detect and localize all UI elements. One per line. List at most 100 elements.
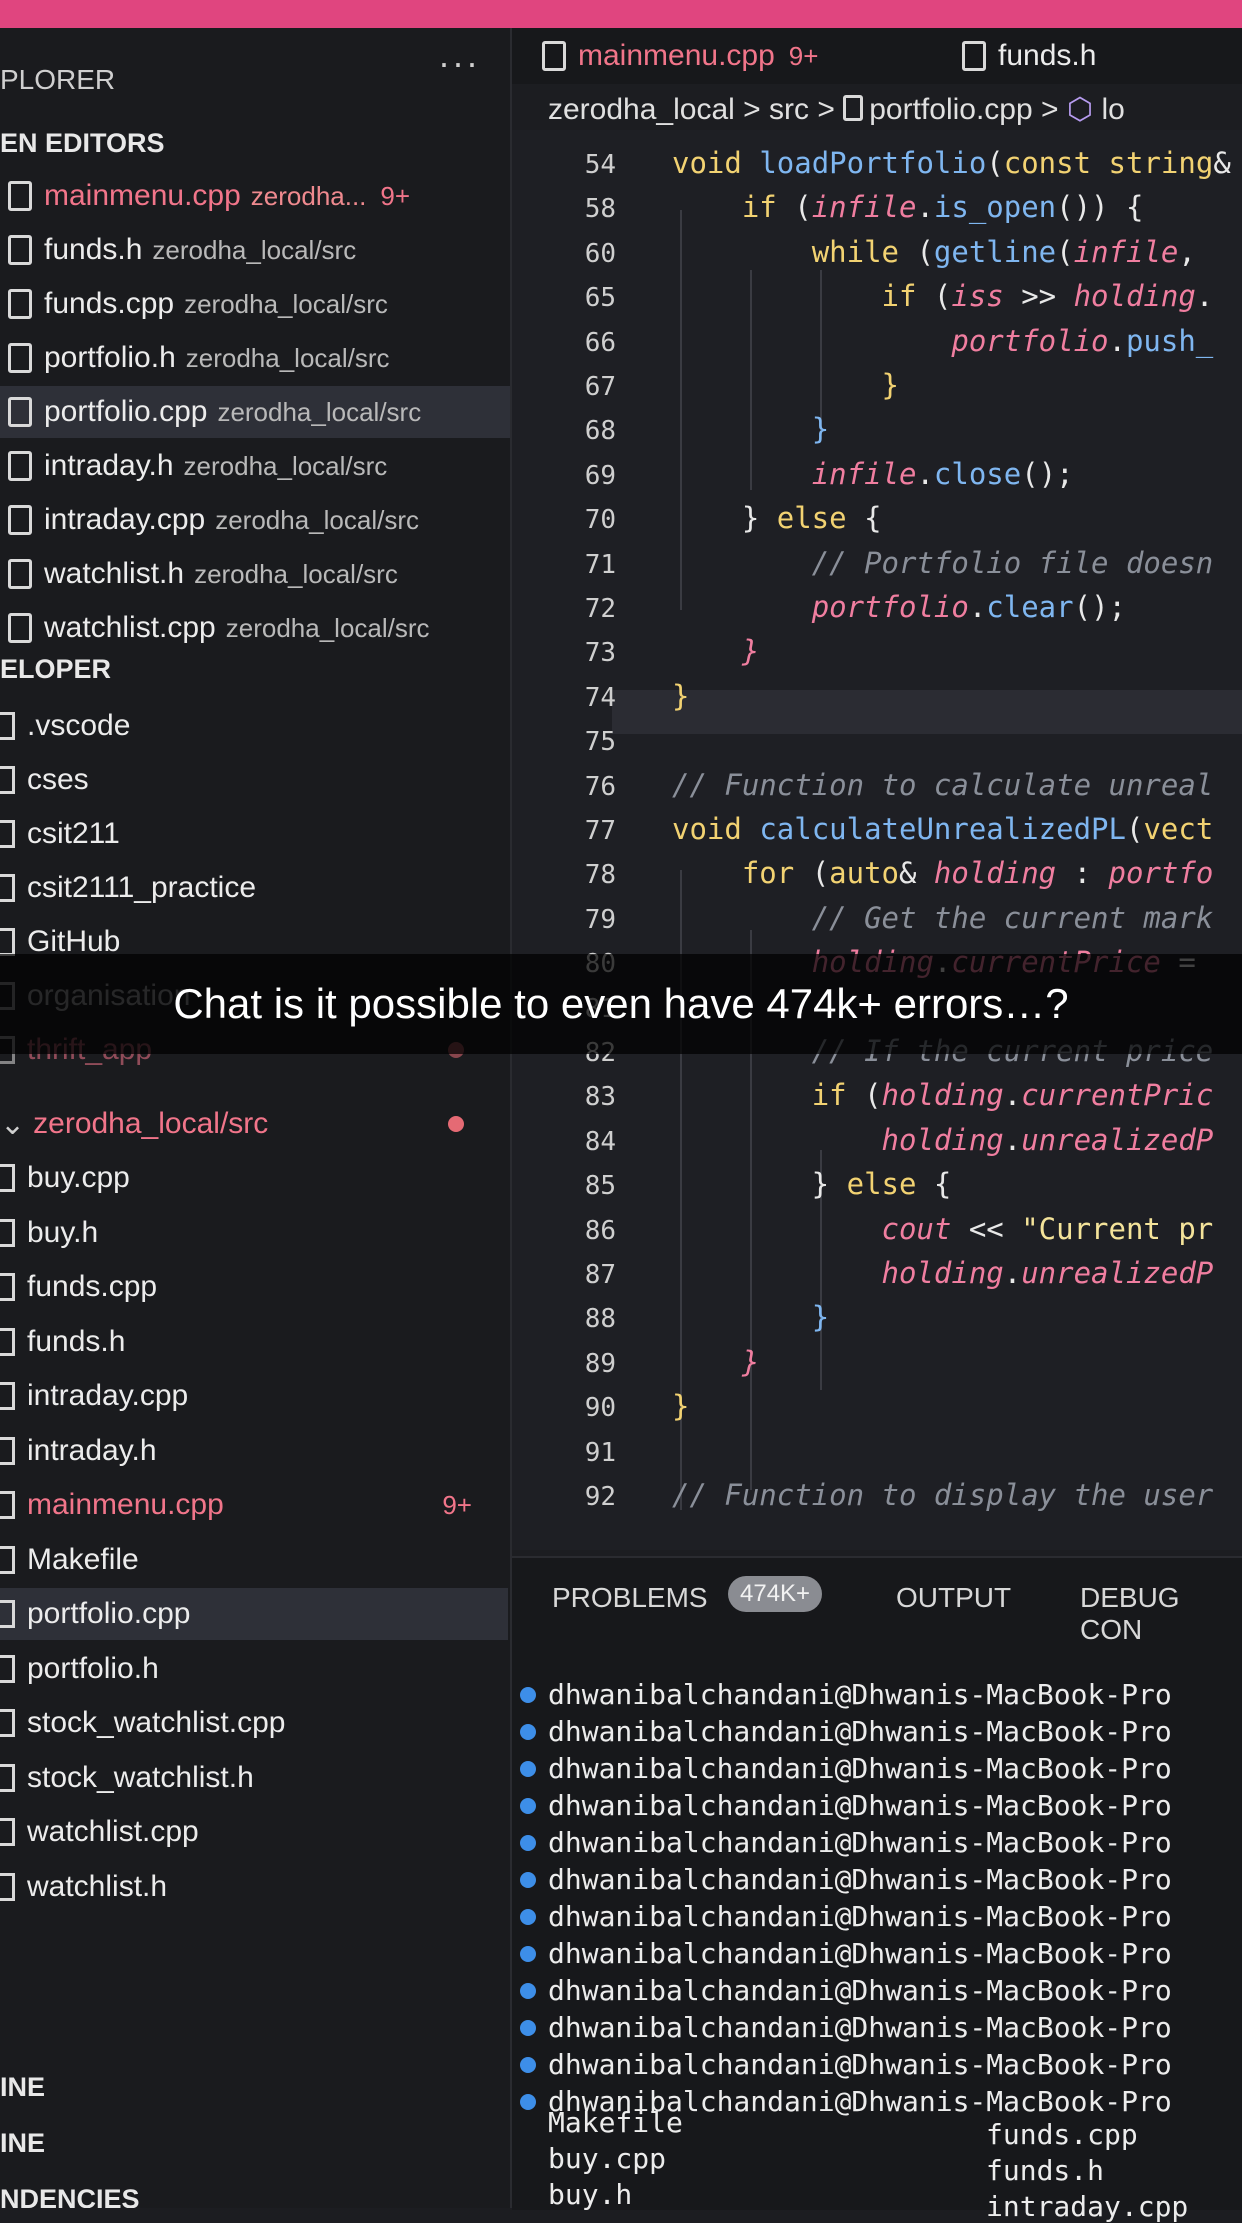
prompt-status-icon bbox=[520, 1908, 536, 1925]
file-icon bbox=[542, 41, 566, 71]
file-icon bbox=[0, 1872, 15, 1901]
line-number: 66 bbox=[584, 327, 616, 358]
folder-icon bbox=[0, 712, 15, 740]
terminal-ls-entry: buy.cpp bbox=[548, 2142, 667, 2175]
project-file-item[interactable]: watchlist.cpp bbox=[0, 1806, 508, 1858]
project-folder[interactable]: ⌄ zerodha_local/src bbox=[0, 1098, 508, 1150]
file-icon bbox=[8, 235, 32, 265]
project-file-item[interactable]: buy.cpp bbox=[0, 1152, 508, 1204]
line-number: 92 bbox=[584, 1482, 616, 1512]
open-editors-title[interactable]: EN EDITORS bbox=[0, 128, 165, 159]
open-editor-item[interactable]: portfolio.cpp zerodha_local/src bbox=[0, 386, 510, 438]
output-tab[interactable]: OUTPUT bbox=[896, 1582, 1011, 1614]
terminal-prompt-text: dhwanibalchandani@Dhwanis-MacBook-Pro bbox=[548, 1678, 1172, 1711]
prompt-status-icon bbox=[520, 1945, 536, 1962]
folder-item[interactable]: csit211 bbox=[0, 808, 508, 860]
folder-name: csit211 bbox=[27, 817, 120, 850]
terminal-prompt-text: dhwanibalchandani@Dhwanis-MacBook-Pro bbox=[548, 1826, 1172, 1859]
open-editor-item[interactable]: watchlist.cpp zerodha_local/src bbox=[0, 602, 510, 654]
modified-dot bbox=[448, 1116, 464, 1132]
more-actions-icon[interactable]: ··· bbox=[438, 42, 480, 84]
line-number: 87 bbox=[584, 1260, 616, 1290]
breadcrumb-src[interactable]: src bbox=[769, 93, 809, 126]
terminal-prompt-text: dhwanibalchandani@Dhwanis-MacBook-Pro bbox=[548, 1900, 1172, 1933]
folder-icon bbox=[0, 874, 15, 902]
symbol-icon: ⬡ bbox=[1066, 93, 1094, 126]
code-line: } bbox=[811, 412, 830, 447]
file-icon bbox=[0, 1763, 15, 1792]
project-file-item[interactable]: intraday.cpp bbox=[0, 1370, 508, 1422]
project-file-item[interactable]: mainmenu.cpp 9+ bbox=[0, 1479, 508, 1531]
collapsed-section-title[interactable]: INE bbox=[0, 2072, 45, 2103]
line-number: 69 bbox=[584, 460, 616, 491]
project-file-item[interactable]: watchlist.h bbox=[0, 1861, 508, 1913]
error-count-badge: 9+ bbox=[380, 180, 411, 211]
terminal-prompt-line: dhwanibalchandani@Dhwanis-MacBook-Pro bbox=[520, 1789, 1172, 1822]
line-number: 77 bbox=[584, 816, 616, 846]
project-file-item[interactable]: buy.h bbox=[0, 1207, 508, 1259]
code-line: } bbox=[672, 678, 690, 713]
tab-funds-h[interactable]: funds.h bbox=[962, 28, 1096, 84]
project-file-item[interactable]: funds.h bbox=[0, 1316, 508, 1368]
file-icon bbox=[0, 1327, 15, 1356]
code-line: holding.unrealizedP bbox=[881, 1122, 1214, 1157]
project-file-name: stock_watchlist.cpp bbox=[27, 1706, 286, 1739]
project-file-item[interactable]: intraday.h bbox=[0, 1425, 508, 1477]
collapsed-section-title[interactable]: NDENCIES bbox=[0, 2184, 140, 2208]
file-icon bbox=[843, 95, 864, 121]
breadcrumb-symbol[interactable]: lo bbox=[1101, 93, 1124, 126]
project-file-item[interactable]: stock_watchlist.h bbox=[0, 1752, 508, 1804]
terminal-prompt-line: dhwanibalchandani@Dhwanis-MacBook-Pro bbox=[520, 1900, 1172, 1933]
line-number: 74 bbox=[584, 682, 616, 713]
project-file-item[interactable]: stock_watchlist.cpp bbox=[0, 1697, 508, 1749]
line-number: 88 bbox=[584, 1304, 616, 1335]
tab-label: mainmenu.cpp bbox=[578, 39, 775, 72]
project-file-name: portfolio.h bbox=[27, 1651, 159, 1685]
explorer-sidebar: PLORER ··· EN EDITORS mainmenu.cpp zerodh… bbox=[0, 28, 512, 2208]
file-icon bbox=[8, 289, 32, 319]
open-editor-path: zerodha_local/src bbox=[185, 342, 390, 373]
open-editor-name: intraday.cpp bbox=[44, 503, 206, 536]
file-icon bbox=[0, 1218, 15, 1247]
line-number: 71 bbox=[584, 549, 616, 580]
folder-item[interactable]: cses bbox=[0, 754, 508, 806]
file-icon bbox=[8, 559, 32, 589]
snap-caption: Chat is it possible to even have 474k+ e… bbox=[0, 954, 1242, 1054]
line-number: 85 bbox=[584, 1171, 616, 1202]
prompt-status-icon bbox=[520, 2056, 536, 2073]
project-file-name: intraday.h bbox=[27, 1433, 157, 1467]
open-editor-item[interactable]: funds.h zerodha_local/src bbox=[0, 224, 510, 276]
open-editor-item[interactable]: watchlist.h zerodha_local/src bbox=[0, 548, 510, 600]
code-editor[interactable]: 54 void loadPortfolio(const string& 58 if … bbox=[512, 130, 1242, 1550]
open-editor-item[interactable]: intraday.h zerodha_local/src bbox=[0, 440, 510, 492]
terminal-ls-entry: Makefile bbox=[548, 2106, 683, 2139]
project-folder-name: zerodha_local/src bbox=[33, 1107, 269, 1140]
project-file-item[interactable]: portfolio.h bbox=[0, 1643, 508, 1695]
project-file-item[interactable]: Makefile bbox=[0, 1534, 508, 1586]
project-file-item[interactable]: portfolio.cpp bbox=[0, 1588, 508, 1640]
prompt-status-icon bbox=[520, 1982, 536, 1999]
problems-tab[interactable]: PROBLEMS bbox=[552, 1582, 708, 1614]
workspace-title[interactable]: ELOPER bbox=[0, 654, 111, 685]
open-editor-item[interactable]: portfolio.h zerodha_local/src bbox=[0, 332, 510, 384]
line-number: 76 bbox=[584, 771, 616, 802]
breadcrumb-folder[interactable]: zerodha_local bbox=[548, 93, 735, 126]
project-file-name: stock_watchlist.h bbox=[27, 1760, 254, 1794]
tab-mainmenu-cpp[interactable]: mainmenu.cpp 9+ bbox=[542, 28, 818, 84]
folder-item[interactable]: .vscode bbox=[0, 700, 508, 752]
open-editor-item[interactable]: intraday.cpp zerodha_local/src bbox=[0, 494, 510, 546]
open-editor-item[interactable]: mainmenu.cpp zerodha... 9+ bbox=[0, 170, 510, 222]
collapsed-section-title[interactable]: INE bbox=[0, 2128, 45, 2159]
open-editor-name: portfolio.cpp bbox=[44, 395, 208, 428]
file-icon bbox=[0, 1273, 15, 1301]
code-line: // Portfolio file doesn bbox=[811, 545, 1214, 580]
terminal-prompt-text: dhwanibalchandani@Dhwanis-MacBook-Pro bbox=[548, 1974, 1172, 2007]
folder-item[interactable]: csit2111_practice bbox=[0, 862, 508, 914]
line-number: 84 bbox=[584, 1126, 616, 1157]
project-file-item[interactable]: funds.cpp bbox=[0, 1261, 508, 1313]
breadcrumb-file[interactable]: portfolio.cpp bbox=[869, 93, 1032, 126]
debug-console-tab[interactable]: DEBUG CON bbox=[1080, 1582, 1242, 1646]
open-editor-name: watchlist.h bbox=[44, 557, 185, 590]
project-file-name: mainmenu.cpp bbox=[27, 1488, 224, 1521]
open-editor-item[interactable]: funds.cpp zerodha_local/src bbox=[0, 278, 510, 330]
